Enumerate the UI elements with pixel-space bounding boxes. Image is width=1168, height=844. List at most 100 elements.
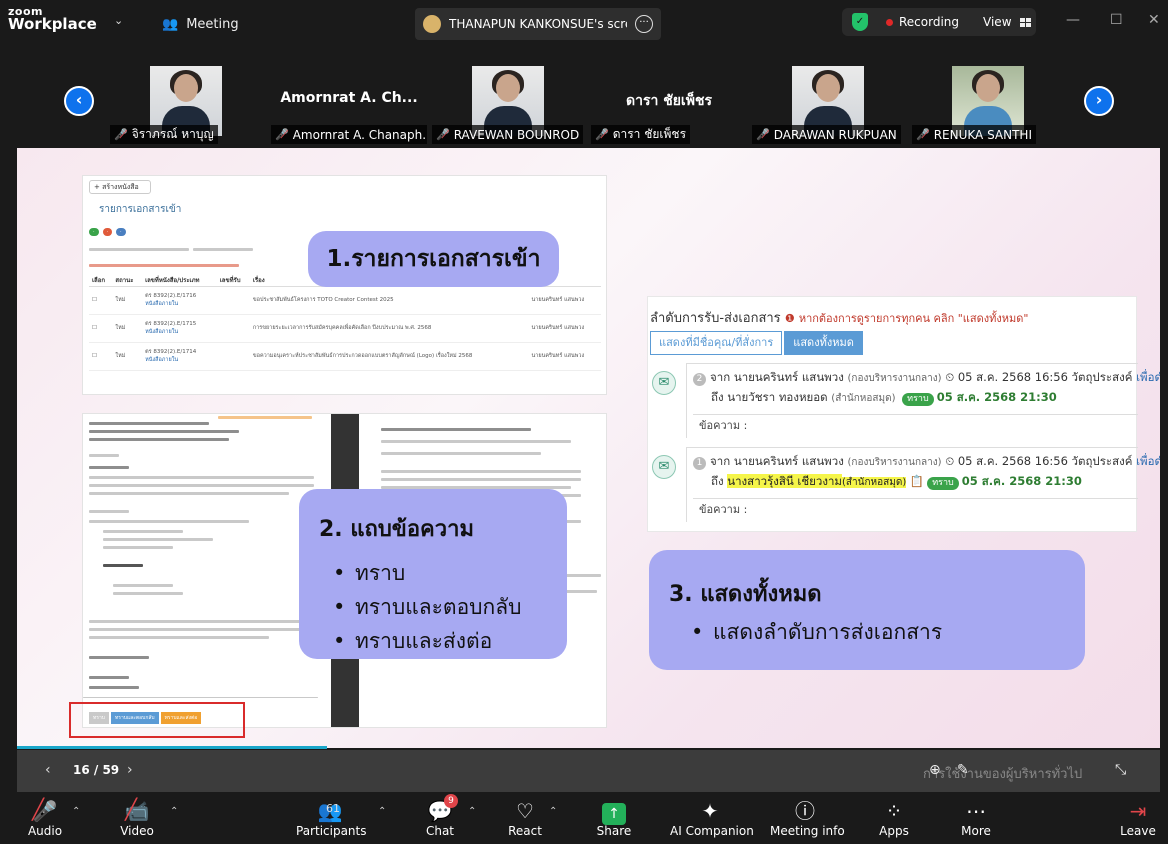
minimize-icon[interactable]: — xyxy=(1066,12,1080,28)
row-number: ตร 8392(2).E/1715 xyxy=(145,321,197,327)
row-status: ใหม่ xyxy=(112,342,143,371)
participant-gallery: ‹ 🎤̸ จิราภรณ์ หาบุญ Amornrat A. Ch... 🎤̸ A… xyxy=(0,46,1168,148)
share-screen-tab[interactable]: THANAPUN KANKONSUE's screen ··· xyxy=(415,8,661,40)
chat-button[interactable]: 💬 9 Chat xyxy=(424,794,458,838)
participant-name: จิราภรณ์ หาบุญ xyxy=(131,127,214,141)
row-number: ตร 8392(2).E/1714 xyxy=(145,349,197,355)
participants-button[interactable]: 👥 61 Participants xyxy=(296,798,367,838)
share-screen-icon: ↑ xyxy=(602,803,626,825)
chevron-down-icon[interactable]: ⌄ xyxy=(114,14,123,27)
audio-label: Audio xyxy=(27,824,63,838)
row-sender: นายนครินทร์ แสนพวง xyxy=(528,314,601,343)
recording-status[interactable]: ✓ Recording View xyxy=(842,8,1036,36)
participant-name: RENUKA SANTHI xyxy=(933,127,1032,142)
meeting-info-button[interactable]: ⓘ Meeting info xyxy=(770,798,845,838)
maximize-icon[interactable]: ☐ xyxy=(1110,12,1123,28)
ai-label: AI Companion xyxy=(670,824,754,838)
share-label: Share xyxy=(596,824,632,838)
participant-big-name: Amornrat A. Ch... xyxy=(280,90,418,106)
row-type: หนังสือภายใน xyxy=(145,329,179,335)
chevron-up-icon[interactable]: ⌃ xyxy=(170,806,178,817)
participant-tile[interactable]: 🎤̸ จิราภรณ์ หาบุญ xyxy=(108,46,268,146)
row-sender: นายนครินทร์ แสนพวง xyxy=(528,342,601,371)
view-button[interactable]: View xyxy=(983,15,1011,29)
info-icon: ❶ xyxy=(784,312,795,325)
routing-screenshot: ลำดับการรับ-ส่งเอกสาร ❶ หากต้องการดูรายก… xyxy=(647,296,1160,532)
chevron-up-icon[interactable]: ⌃ xyxy=(468,806,476,817)
chat-label: Chat xyxy=(425,824,455,838)
row-status: ใหม่ xyxy=(112,314,143,343)
table-row: ☐ ใหม่ ตร 8392(2).E/1715 หนังสือภายใน การ… xyxy=(89,314,601,343)
row-type: หนังสือภายใน xyxy=(145,357,179,363)
close-icon[interactable]: ✕ xyxy=(1148,12,1160,28)
prev-slide-icon[interactable]: ‹ xyxy=(45,762,51,778)
recording-label: Recording xyxy=(899,15,960,29)
participant-tile[interactable]: Amornrat A. Ch... 🎤̸ Amornrat A. Chanaph.… xyxy=(269,46,429,146)
participant-namebar: 🎤̸ RENUKA SANTHI xyxy=(912,125,1036,144)
participants-label: Participants xyxy=(296,824,367,838)
clock-icon: ⏲ xyxy=(945,454,955,468)
leave-button[interactable]: ⇥ Leave xyxy=(1120,798,1156,838)
participant-tile[interactable]: 🎤̸ RENUKA SANTHI xyxy=(910,46,1070,146)
next-slide-icon[interactable]: › xyxy=(127,762,133,778)
ghost-slide-text: การใช้งานของผู้บริหารทั่วไป xyxy=(923,767,1083,782)
highlighted-recipient: นางสาวรุ้งสินี เชียวงาม xyxy=(727,474,843,488)
grid-view-icon xyxy=(1019,17,1031,27)
participant-namebar: 🎤̸ Amornrat A. Chanaph... xyxy=(271,125,427,144)
meeting-menu-button[interactable]: 👥 Meeting xyxy=(162,12,239,36)
more-button[interactable]: ⋯ More xyxy=(960,798,992,838)
mic-muted-icon: 🎤̸ xyxy=(114,128,128,141)
callout-show-all: 3. แสดงทั้งหมด แสดงลำดับการส่งเอกสาร xyxy=(649,550,1085,670)
video-off-icon: 📹 ╱ xyxy=(124,797,150,823)
react-label: React xyxy=(508,824,542,838)
apps-button[interactable]: ⁘ Apps xyxy=(878,798,910,838)
participant-namebar: 🎤̸ ดารา ชัยเพ็ชร xyxy=(591,125,691,144)
filter-pill: · xyxy=(116,228,126,236)
clipboard-icon: 📋 xyxy=(909,474,925,488)
ack-badge: ทราบ xyxy=(927,477,959,490)
chat-badge: 9 xyxy=(444,794,458,808)
meeting-label: Meeting xyxy=(186,16,239,32)
ai-companion-button[interactable]: ✦ AI Companion xyxy=(670,798,754,838)
mic-muted-icon: 🎤̸ xyxy=(756,128,770,141)
zoom-window: zoom Workplace ⌄ 👥 Meeting THANAPUN KANK… xyxy=(0,0,1168,844)
chevron-up-icon[interactable]: ⌃ xyxy=(549,806,557,817)
info-label: Meeting info xyxy=(770,824,845,838)
leave-icon: ⇥ xyxy=(1129,799,1147,823)
participants-icon: 👥 61 xyxy=(296,798,364,824)
participant-tile[interactable]: 🎤̸ RAVEWAN BOUNROD xyxy=(430,46,590,146)
chevron-up-icon[interactable]: ⌃ xyxy=(378,806,386,817)
filter-line xyxy=(89,248,189,251)
tab-show-mine: แสดงที่มีชื่อคุณ/ที่สั่งการ xyxy=(650,331,783,355)
participant-tile[interactable]: ดารา ชัยเพ็ชร 🎤̸ ดารา ชัยเพ็ชร xyxy=(589,46,749,146)
mic-muted-icon: 🎤̸ xyxy=(916,128,930,141)
annotate-icon[interactable]: ✎ xyxy=(957,762,969,778)
share-button[interactable]: ↑ Share xyxy=(596,798,632,838)
audio-button[interactable]: 🎤 ╱ Audio xyxy=(26,797,64,838)
callout-item: ทราบ xyxy=(319,556,547,590)
routing-title-text: ลำดับการรับ-ส่งเอกสาร xyxy=(650,311,781,326)
gallery-next-button[interactable]: › xyxy=(1084,86,1114,116)
zoom-in-icon[interactable]: ⊕ xyxy=(929,762,941,778)
shield-check-icon: ✓ xyxy=(852,13,868,31)
slide-counter: 16 / 59 xyxy=(73,763,120,777)
callout-item: แสดงลำดับการส่งเอกสาร xyxy=(669,617,1065,647)
slide-progress xyxy=(17,746,327,749)
presenter-avatar xyxy=(423,15,441,33)
more-options-icon[interactable]: ··· xyxy=(635,15,653,33)
row-subject: ขอประชาสัมพันธ์โครงการ TOTO Creator Cont… xyxy=(249,286,529,315)
info-circle-icon: ⓘ xyxy=(795,799,815,823)
zoom-logo[interactable]: zoom Workplace xyxy=(8,6,97,32)
participant-tile[interactable]: 🎤̸ DARAWAN RUKPUAN xyxy=(750,46,910,146)
gallery-prev-button[interactable]: ‹ xyxy=(64,86,94,116)
react-button[interactable]: ♡ React xyxy=(506,798,544,838)
collapse-icon[interactable]: ⤡ xyxy=(1115,762,1126,778)
video-button[interactable]: 📹 ╱ Video xyxy=(117,797,157,838)
column-header: เลือก xyxy=(89,274,113,287)
apps-icon: ⁘ xyxy=(885,799,903,823)
top-bar: zoom Workplace ⌄ 👥 Meeting THANAPUN KANK… xyxy=(0,0,1168,46)
filter-line xyxy=(193,248,253,251)
chevron-up-icon[interactable]: ⌃ xyxy=(72,806,80,817)
mic-muted-icon: 🎤̸ xyxy=(275,128,289,141)
brand-bottom: Workplace xyxy=(8,15,97,33)
